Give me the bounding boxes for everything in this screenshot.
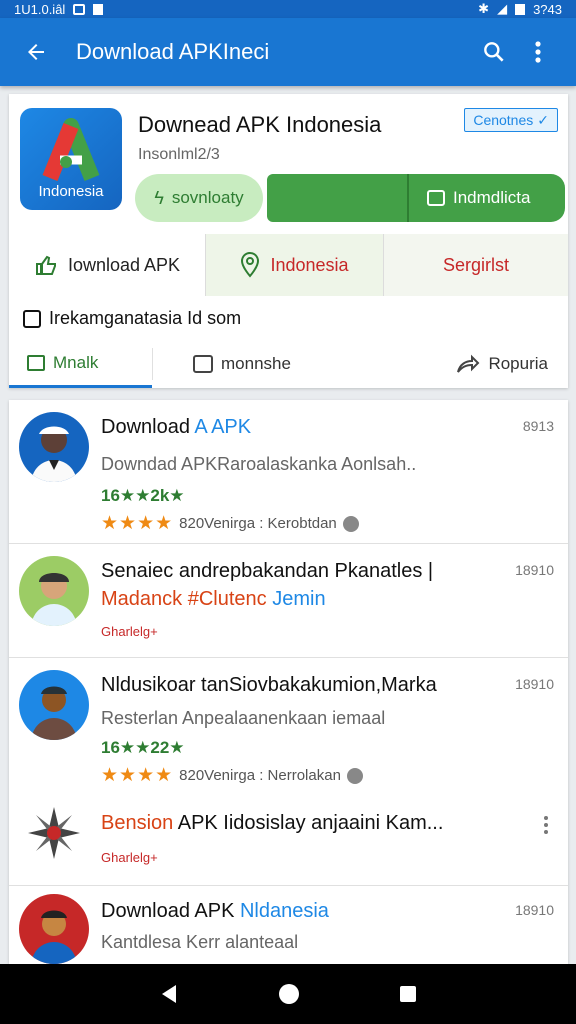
tab-middle[interactable]: monnshe	[152, 348, 402, 380]
app-logo: Indonesia	[20, 108, 122, 210]
file-icon	[93, 3, 104, 15]
calendar-icon	[193, 355, 213, 373]
status-left-text: 1U1.0.iâl	[14, 1, 66, 17]
item-rating: 16★★22★	[101, 738, 185, 757]
chat-icon	[27, 354, 45, 371]
category-label: Cenotnes	[473, 112, 534, 128]
star-rating: ★★★★	[101, 765, 174, 786]
page-title: Download APKIneci	[76, 39, 270, 64]
system-nav-bar	[0, 964, 576, 1024]
item-meta-text: 820Venirga : Nerrolakan	[179, 767, 341, 784]
list-item[interactable]: Nldusikoar tanSiovbakakumion,Marka Reste…	[9, 658, 568, 790]
item-title: Download APK Nldanesia	[101, 900, 329, 922]
star-rating: ★★★★	[101, 513, 174, 534]
secondary-download-button[interactable]: ϟ sovnloaty	[135, 174, 263, 222]
item-title: Senaiec andrepbakandan Pkanatles |	[101, 560, 434, 582]
app-list: Download A APK Downdad APKRaroalaskanka …	[9, 400, 568, 964]
sub-tabs: Mnalk monnshe Ropuria	[9, 340, 568, 388]
tab-download-apk[interactable]: Iownload APK	[9, 234, 205, 296]
item-description: Resterlan Anpealaanenkaan iemaal	[101, 708, 386, 728]
item-meta: ★★★★ 820Venirga : Nerrolakan	[101, 764, 363, 787]
logo-label: Indonesia	[38, 183, 104, 200]
signal-icon: ◢	[497, 1, 508, 16]
list-item[interactable]: Senaiec andrepbakandan Pkanatles | Madan…	[9, 544, 568, 658]
status-bar: 1U1.0.iâl ✱ ◢ 3?43	[0, 0, 576, 18]
app-title: Downead APK Indonesia	[138, 112, 382, 137]
install-button[interactable]: Indmdlicta	[267, 174, 565, 222]
item-count: 18910	[515, 902, 554, 918]
battery-icon	[515, 3, 526, 15]
tab-popular-label: Ropuria	[488, 354, 548, 373]
item-count: 18910	[515, 562, 554, 578]
tab-main[interactable]: Mnalk	[9, 340, 152, 388]
avatar	[19, 798, 89, 868]
square-icon	[427, 190, 445, 206]
tab-popular[interactable]: Ropuria	[402, 340, 568, 388]
install-divider	[407, 174, 409, 222]
tab-main-label: Mnalk	[53, 352, 99, 372]
item-rating: 16★★2k★	[101, 486, 185, 505]
app-header-card: Indonesia Downead APK Indonesia Insonlml…	[9, 94, 568, 388]
info-icon	[346, 767, 363, 784]
thumb-up-icon	[35, 255, 56, 275]
share-arrow-icon	[457, 354, 480, 373]
category-badge[interactable]: Cenotnes ✓	[464, 108, 558, 132]
location-pin-icon	[241, 252, 260, 278]
item-title: Download A APK	[101, 416, 252, 438]
item-subtitle: Madanck #Clutenc Jemin	[101, 588, 326, 610]
nav-back-icon[interactable]	[158, 983, 180, 1005]
item-meta: ★★★★ 820Venirga : Kerobtdan	[101, 512, 359, 535]
tab-middle-label: monnshe	[221, 354, 291, 373]
tab-third[interactable]: Sergirlst	[383, 234, 568, 296]
item-tag: Gharlelg+	[101, 850, 158, 865]
search-icon[interactable]	[472, 30, 516, 74]
avatar	[19, 412, 89, 482]
list-item[interactable]: Bension APK Iidosislay anjaaini Kam... G…	[9, 790, 568, 886]
secondary-download-label: sovnloaty	[171, 188, 244, 207]
info-icon	[342, 515, 359, 532]
wifi-icon: ✱	[478, 1, 490, 16]
item-tag: Gharlelg+	[101, 624, 158, 639]
more-options-icon[interactable]	[544, 816, 550, 834]
install-label: Indmdlicta	[453, 188, 531, 207]
bookmark-icon	[23, 309, 41, 328]
tab-indonesia-label: Indonesia	[270, 254, 349, 275]
notification-icon	[73, 3, 86, 15]
item-count: 18910	[515, 676, 554, 692]
info-line: Irekamganatasia Id som	[23, 308, 241, 329]
item-meta-text: 820Venirga : Kerobtdan	[179, 515, 337, 532]
tab-indonesia[interactable]: Indonesia	[205, 234, 383, 296]
item-count: 8913	[522, 418, 554, 434]
item-description: Downdad APKRaroalaskanka Aonlsah..	[101, 454, 417, 474]
item-title: Nldusikoar tanSiovbakakumion,Marka	[101, 674, 437, 696]
app-bar: Download APKIneci	[0, 18, 576, 86]
tab-third-label: Sergirlst	[442, 254, 509, 275]
back-arrow-icon[interactable]	[16, 32, 56, 72]
avatar	[19, 894, 89, 964]
nav-home-icon[interactable]	[277, 982, 301, 1006]
avatar	[19, 556, 89, 626]
info-text: Irekamganatasia Id som	[49, 308, 242, 328]
app-subtitle: Insonlml2/3	[138, 146, 220, 163]
avatar	[19, 670, 89, 740]
tab-download-apk-label: Iownload APK	[67, 254, 181, 275]
nav-recents-icon[interactable]	[398, 984, 418, 1004]
item-title: Bension APK Iidosislay anjaaini Kam...	[101, 812, 444, 834]
clock-text: 3?43	[533, 1, 562, 17]
check-icon: ✓	[537, 111, 549, 128]
bolt-icon: ϟ	[154, 187, 164, 208]
list-item[interactable]: Download A APK Downdad APKRaroalaskanka …	[9, 400, 568, 544]
more-vert-icon[interactable]	[516, 30, 560, 74]
action-tab-row: Iownload APK Indonesia Sergirlst	[9, 234, 568, 296]
list-item[interactable]: Download APK Nldanesia Kantdlesa Kerr al…	[9, 886, 568, 964]
item-description: Kantdlesa Kerr alanteaal	[101, 932, 299, 952]
